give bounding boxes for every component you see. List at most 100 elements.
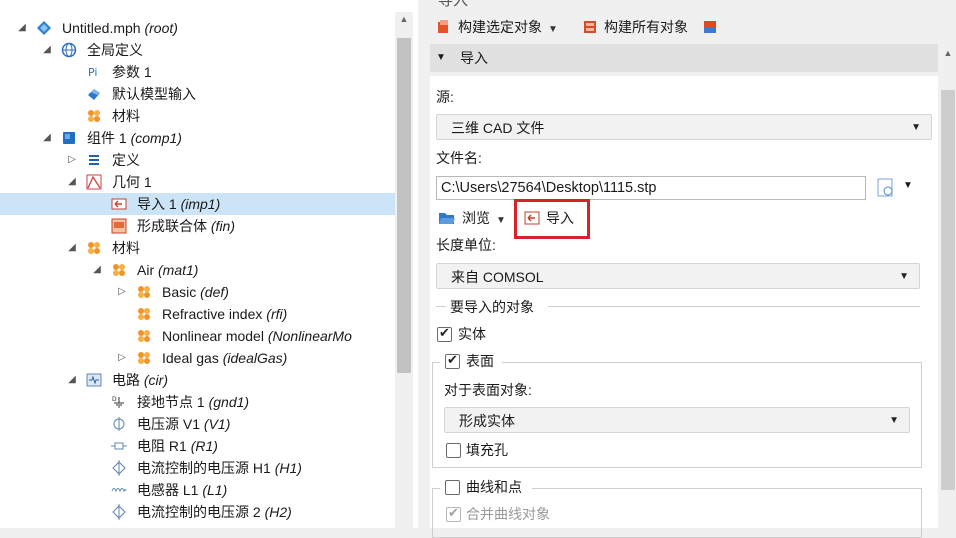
tree-item[interactable]: Nonlinear model (NonlinearMo	[0, 325, 395, 347]
tree-item[interactable]: ◢ 几何 1	[0, 171, 395, 193]
tree-item-label: 电阻 R1 (R1)	[137, 435, 218, 457]
tree-item-label: Basic (def)	[162, 281, 229, 303]
tree-item-name: 电流控制的电压源 2	[137, 504, 261, 520]
browse-button[interactable]: 浏览 ▼	[438, 207, 506, 229]
dropdown-arrow-icon: ▼	[911, 122, 921, 133]
pane-splitter[interactable]	[418, 0, 428, 528]
tree-item[interactable]: ▷ Ideal gas (idealGas)	[0, 347, 395, 369]
expand-arrow-icon[interactable]: ▷	[116, 281, 128, 303]
tree-item-name: 组件 1	[87, 130, 127, 146]
tree-item[interactable]: 电流控制的电压源 H1 (H1)	[0, 457, 395, 479]
import-section-header[interactable]: ▼ 导入	[430, 44, 938, 72]
build-update-button[interactable]	[702, 16, 718, 38]
tree-item[interactable]: ▷ Basic (def)	[0, 281, 395, 303]
svg-text:Pi: Pi	[88, 66, 97, 79]
tree-item[interactable]: 电流控制的电压源 2 (H2)	[0, 501, 395, 523]
merge-curves-label: 合并曲线对象	[466, 506, 550, 522]
collapse-arrow-icon[interactable]: ◢	[66, 171, 78, 193]
tree-item-label: 电压源 V1 (V1)	[137, 413, 230, 435]
tree-item-tag: (fin)	[210, 218, 236, 234]
dropdown-arrow-icon: ▼	[889, 415, 899, 426]
fill-holes-checkbox[interactable]	[446, 443, 461, 458]
collapse-arrow-icon[interactable]: ◢	[66, 369, 78, 391]
tree-item[interactable]: 电感器 L1 (L1)	[0, 479, 395, 501]
build-selected-label: 构建选定对象	[458, 19, 542, 35]
tree-item[interactable]: ◢ 材料	[0, 237, 395, 259]
tree-item[interactable]: ◢ Untitled.mph (root)	[0, 17, 395, 39]
tree-item-tag: (def)	[200, 284, 229, 300]
tree-item-name: Untitled.mph	[62, 20, 141, 36]
surfaces-checkbox[interactable]	[445, 352, 460, 369]
build-all-button[interactable]: 构建所有对象	[582, 16, 688, 38]
ccvs-icon	[111, 504, 127, 520]
group-divider	[436, 306, 446, 307]
tree-item[interactable]: 材料	[0, 105, 395, 127]
tree-item[interactable]: ◢ Air (mat1)	[0, 259, 395, 281]
tree-item-tag: (H1)	[274, 460, 302, 476]
build-all-label: 构建所有对象	[604, 19, 688, 35]
globe-icon	[61, 42, 77, 58]
material-property-icon	[136, 328, 152, 344]
tree-item-name: 默认模型输入	[112, 86, 196, 102]
solids-checkbox[interactable]	[437, 325, 452, 342]
merge-curves-checkbox[interactable]	[446, 505, 461, 522]
chevron-down-icon[interactable]: ▼	[496, 215, 506, 226]
file-options-button[interactable]: ▼	[876, 178, 916, 200]
tree-item-tag: (R1)	[190, 438, 218, 454]
form-union-icon	[111, 218, 127, 234]
tree-item-name: 全局定义	[87, 42, 143, 58]
collapse-triangle-icon[interactable]: ▼	[436, 44, 446, 72]
source-select[interactable]: 三维 CAD 文件 ▼	[436, 114, 932, 140]
solids-label: 实体	[458, 326, 486, 342]
tree-scrollbar-thumb[interactable]	[397, 38, 411, 373]
collapse-arrow-icon[interactable]: ◢	[41, 127, 53, 149]
tree-item[interactable]: Pi 参数 1	[0, 61, 395, 83]
voltage-source-icon	[111, 416, 127, 432]
tree-item[interactable]: ▷ 定义	[0, 149, 395, 171]
build-selected-button[interactable]: 构建选定对象 ▼	[436, 16, 558, 38]
tree-item-name: 形成联合体	[137, 218, 207, 234]
fill-holes-label: 填充孔	[466, 442, 508, 458]
circuit-icon	[86, 372, 102, 388]
tree-item[interactable]: ◢ 电路 (cir)	[0, 369, 395, 391]
build-update-icon	[704, 21, 716, 33]
tree-item-tag: (imp1)	[180, 196, 221, 212]
collapse-arrow-icon[interactable]: ◢	[66, 237, 78, 259]
tree-item[interactable]: 形成联合体 (fin)	[0, 215, 395, 237]
tree-item[interactable]: 默认模型输入	[0, 83, 395, 105]
import-icon	[524, 211, 540, 225]
tree-item[interactable]: ◢ 全局定义	[0, 39, 395, 61]
filename-field[interactable]: C:\Users\27564\Desktop\1115.stp	[436, 176, 866, 200]
model-input-icon	[86, 86, 102, 102]
tree-item[interactable]: ◢ 组件 1 (comp1)	[0, 127, 395, 149]
parameter-pi-icon: Pi	[86, 64, 102, 80]
expand-arrow-icon[interactable]: ▷	[66, 149, 78, 171]
tree-item-label: 电流控制的电压源 2 (H2)	[137, 501, 292, 523]
collapse-arrow-icon[interactable]: ◢	[91, 259, 103, 281]
scroll-up-arrow-icon[interactable]: ▲	[398, 14, 410, 26]
import-button[interactable]: 导入	[524, 207, 574, 229]
model-file-icon	[36, 20, 52, 36]
length-unit-select[interactable]: 来自 COMSOL ▼	[436, 263, 920, 289]
chevron-down-icon[interactable]: ▼	[548, 24, 558, 35]
dropdown-arrow-icon: ▼	[899, 271, 909, 282]
surface-objects-select[interactable]: 形成实体 ▼	[444, 407, 910, 433]
collapse-arrow-icon[interactable]: ◢	[41, 39, 53, 61]
source-value: 三维 CAD 文件	[451, 120, 545, 136]
expand-arrow-icon[interactable]: ▷	[116, 347, 128, 369]
resistor-icon	[111, 438, 127, 454]
import-icon	[111, 196, 127, 212]
tree-item[interactable]: 电阻 R1 (R1)	[0, 435, 395, 457]
length-unit-value: 来自 COMSOL	[451, 269, 544, 285]
tree-item[interactable]: 导入 1 (imp1)	[0, 193, 395, 215]
collapse-arrow-icon[interactable]: ◢	[16, 17, 28, 39]
definitions-icon	[86, 152, 102, 168]
tree-item[interactable]: 电压源 V1 (V1)	[0, 413, 395, 435]
tree-item-name: Basic	[162, 284, 197, 300]
settings-scrollbar-thumb[interactable]	[941, 90, 955, 490]
curves-points-checkbox[interactable]	[445, 480, 460, 495]
tree-item[interactable]: D 接地节点 1 (gnd1)	[0, 391, 395, 413]
tree-item-name: 电压源 V1	[137, 416, 201, 432]
tree-item[interactable]: Refractive index (rfi)	[0, 303, 395, 325]
scroll-up-arrow-icon[interactable]: ▲	[941, 48, 955, 62]
